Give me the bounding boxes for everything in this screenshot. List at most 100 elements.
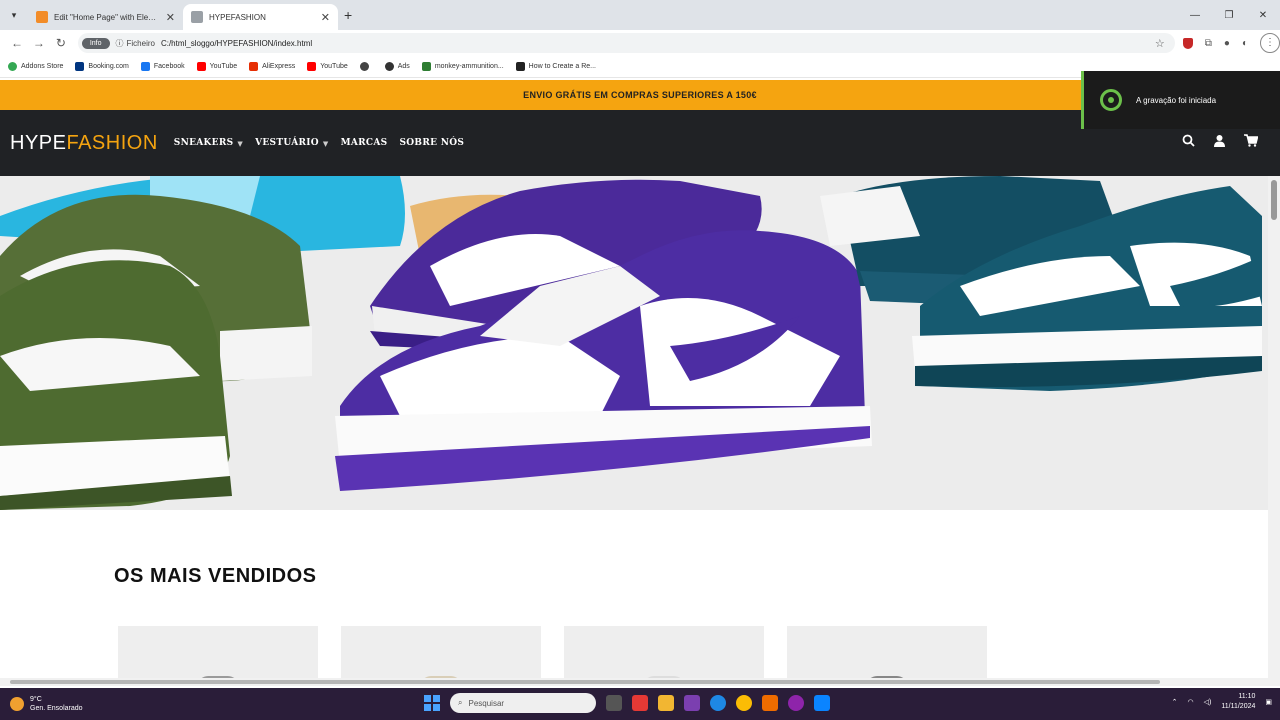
best-sellers-heading: OS MAIS VENDIDOS: [114, 565, 317, 587]
clock[interactable]: 11:10 11/11/2024: [1221, 692, 1255, 712]
bookmark-favicon-icon: [384, 62, 394, 71]
windows-taskbar: 9°C Gen. Ensolarado ⌕ Pesquisar ⌃ ◠ ◁) 1…: [0, 688, 1280, 720]
nav-item-marcas[interactable]: MARCAS: [341, 138, 388, 148]
bookmark-item[interactable]: [359, 62, 373, 71]
url-text[interactable]: C:/html_sloggo/HYPEFASHION/index.html: [161, 39, 312, 48]
wifi-icon[interactable]: ◠: [1188, 698, 1194, 706]
product-card[interactable]: [118, 626, 318, 686]
bookmark-item[interactable]: Facebook: [140, 62, 185, 71]
elementor-favicon-icon: [36, 11, 48, 23]
bookmark-favicon-icon: [515, 62, 525, 71]
taskbar-app-icon[interactable]: [632, 695, 648, 711]
sneakers-hero-image: [0, 176, 1268, 510]
bookmark-item[interactable]: monkey-ammunition...: [421, 62, 504, 71]
bookmark-item[interactable]: YouTube: [196, 62, 237, 71]
tab-search-button[interactable]: ▾: [0, 0, 28, 30]
product-card[interactable]: [341, 626, 541, 686]
extensions-area: ⧉ ● ◐ ⋮: [1182, 33, 1280, 53]
shopping-cart-icon[interactable]: [1244, 134, 1259, 150]
bookmark-favicon-icon: [8, 62, 17, 71]
bookmark-item[interactable]: Ads: [384, 62, 410, 71]
taskbar-center: ⌕ Pesquisar: [424, 693, 830, 713]
extensions-puzzle-icon[interactable]: ⧉: [1205, 38, 1212, 49]
product-card[interactable]: [564, 626, 764, 686]
edge-browser-icon[interactable]: [710, 695, 726, 711]
nav-item-sobre-nos[interactable]: SOBRE NÓS: [399, 138, 464, 148]
nav-item-sneakers[interactable]: SNEAKERS ▼: [174, 138, 243, 148]
volume-icon[interactable]: ◁): [1204, 698, 1212, 706]
weather-sun-icon: [10, 697, 24, 711]
bookmark-favicon-icon: [140, 62, 150, 71]
bookmark-item[interactable]: AliExpress: [249, 62, 295, 71]
bookmark-favicon-icon: [421, 62, 431, 71]
taskbar-app-icon[interactable]: [788, 695, 804, 711]
chevron-up-icon[interactable]: ⌃: [1172, 698, 1178, 706]
browser-tab-hypefashion[interactable]: HYPEFASHION ✕: [183, 4, 338, 30]
tab-title: HYPEFASHION: [209, 12, 266, 22]
browser-toolbar: ← → ↻ Info ⓘ Ficheiro C:/html_sloggo/HYP…: [0, 30, 1280, 56]
chrome-icon[interactable]: [736, 695, 752, 711]
bookmark-item[interactable]: Booking.com: [75, 62, 129, 71]
window-controls: — ❐ ✕: [1178, 0, 1280, 30]
vscode-icon[interactable]: [814, 695, 830, 711]
recording-notification: A gravação foi iniciada: [1081, 71, 1280, 129]
file-chip[interactable]: ⓘ Ficheiro: [116, 38, 155, 49]
new-tab-button[interactable]: +: [344, 7, 352, 23]
hero-banner: [0, 176, 1268, 510]
bookmark-favicon-icon: [307, 62, 317, 71]
record-icon: [1100, 89, 1122, 111]
weather-widget[interactable]: 9°C Gen. Ensolarado: [10, 695, 83, 713]
site-info-badge[interactable]: Info: [81, 37, 110, 49]
bookmark-favicon-icon: [196, 62, 206, 71]
nav-item-vestuario[interactable]: VESTUÁRIO ▼: [255, 138, 329, 148]
notifications-icon[interactable]: ▣: [1265, 698, 1272, 706]
close-tab-icon[interactable]: ✕: [321, 11, 330, 24]
reload-icon[interactable]: ↻: [50, 36, 72, 50]
bookmark-item[interactable]: YouTube: [307, 62, 348, 71]
bookmark-favicon-icon: [75, 62, 85, 71]
clock-date: 11/11/2024: [1221, 703, 1256, 710]
product-card[interactable]: [787, 626, 987, 686]
microphone-icon[interactable]: ●: [1224, 38, 1230, 49]
main-menu: SNEAKERS ▼ VESTUÁRIO ▼ MARCAS SOBRE NÓS: [174, 138, 464, 148]
page-vertical-scrollbar[interactable]: [1268, 176, 1280, 686]
weather-temperature: 9°C: [30, 696, 42, 703]
user-account-icon[interactable]: [1213, 134, 1226, 150]
close-tab-icon[interactable]: ✕: [166, 11, 175, 24]
bookmark-item[interactable]: How to Create a Re...: [515, 62, 596, 71]
weather-description: Gen. Ensolarado: [30, 705, 83, 712]
chevron-down-icon: ▼: [237, 138, 244, 148]
scrollbar-thumb[interactable]: [1271, 180, 1277, 220]
address-bar[interactable]: Info ⓘ Ficheiro C:/html_sloggo/HYPEFASHI…: [77, 33, 1175, 53]
tab-title: Edit "Home Page" with Elementor: [54, 12, 160, 22]
info-icon: ⓘ: [115, 38, 124, 48]
bookmark-item[interactable]: Addons Store: [8, 62, 63, 71]
search-icon[interactable]: [1182, 134, 1195, 150]
search-icon: ⌕: [458, 698, 463, 707]
taskbar-search[interactable]: ⌕ Pesquisar: [450, 693, 596, 713]
bookmark-favicon-icon: [249, 62, 259, 71]
taskbar-app-icon[interactable]: [684, 695, 700, 711]
back-icon[interactable]: ←: [6, 36, 28, 50]
page-horizontal-scrollbar[interactable]: [0, 678, 1268, 686]
shield-extension-icon[interactable]: [1182, 37, 1193, 49]
file-chip-label: Ficheiro: [126, 38, 155, 48]
browser-tab-elementor[interactable]: Edit "Home Page" with Elementor ✕: [28, 4, 183, 30]
scrollbar-thumb[interactable]: [10, 680, 1160, 684]
windows-start-icon[interactable]: [424, 695, 440, 711]
recording-text: A gravação foi iniciada: [1136, 95, 1217, 105]
minimize-icon[interactable]: —: [1178, 10, 1212, 21]
forward-icon[interactable]: →: [28, 36, 50, 50]
header-icons: [1182, 134, 1259, 150]
file-explorer-icon[interactable]: [658, 695, 674, 711]
profile-icon[interactable]: ◐: [1242, 38, 1248, 49]
browser-menu-icon[interactable]: ⋮: [1260, 33, 1280, 53]
site-logo[interactable]: HYPEFASHION: [10, 132, 158, 155]
task-view-icon[interactable]: [606, 695, 622, 711]
page-favicon-icon: [191, 11, 203, 23]
promo-text: ENVIO GRÁTIS EM COMPRAS SUPERIORES A 150…: [523, 90, 757, 100]
close-window-icon[interactable]: ✕: [1246, 10, 1280, 21]
taskbar-app-icon[interactable]: [762, 695, 778, 711]
maximize-icon[interactable]: ❐: [1212, 10, 1246, 21]
bookmark-star-icon[interactable]: ☆: [1155, 37, 1165, 50]
